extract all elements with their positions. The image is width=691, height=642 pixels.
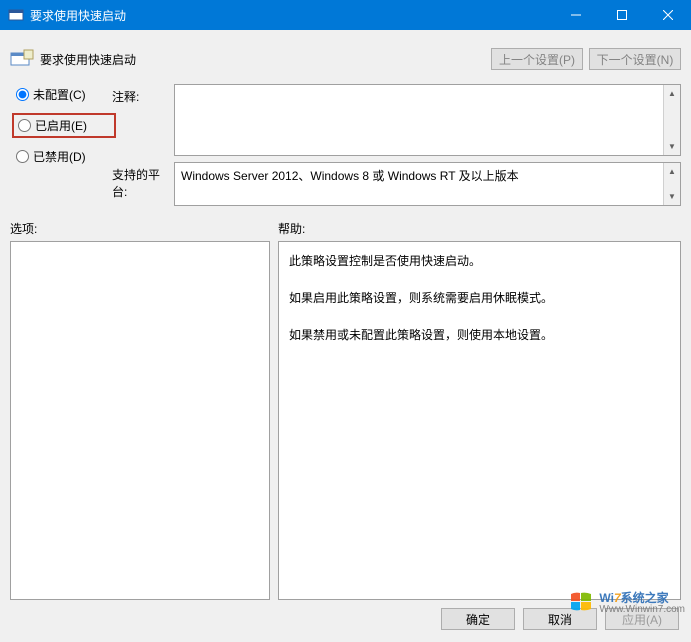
help-paragraph-1: 此策略设置控制是否使用快速启动。 [289,250,670,273]
options-label: 选项: [10,220,278,237]
supported-platform-text: Windows Server 2012、Windows 8 或 Windows … [181,169,519,183]
minimize-button[interactable] [553,0,599,30]
window-title: 要求使用快速启动 [30,7,553,24]
scroll-down-icon: ▼ [664,188,680,205]
policy-icon [10,49,34,69]
state-radio-group: 未配置(C) 已启用(E) 已禁用(D) [16,84,112,206]
comment-scrollbar[interactable]: ▲ ▼ [663,85,680,155]
radio-disabled[interactable]: 已禁用(D) [16,148,112,165]
radio-not-configured[interactable]: 未配置(C) [16,86,112,103]
comment-textarea[interactable]: ▲ ▼ [174,84,681,156]
options-panel [10,241,270,600]
cancel-button[interactable]: 取消 [523,608,597,630]
policy-title: 要求使用快速启动 [40,51,485,68]
platform-label: 支持的平台: [112,162,174,200]
previous-setting-button[interactable]: 上一个设置(P) [491,48,583,70]
dialog-footer: 确定 取消 应用(A) [10,600,681,632]
comment-label: 注释: [112,84,174,105]
lower-section: 此策略设置控制是否使用快速启动。 如果启用此策略设置，则系统需要启用休眠模式。 … [10,241,681,600]
ok-button[interactable]: 确定 [441,608,515,630]
radio-not-configured-label: 未配置(C) [33,86,86,103]
radio-not-configured-input[interactable] [16,88,29,101]
help-panel: 此策略设置控制是否使用快速启动。 如果启用此策略设置，则系统需要启用休眠模式。 … [278,241,681,600]
scroll-up-icon: ▲ [664,163,680,180]
supported-platform-box: Windows Server 2012、Windows 8 或 Windows … [174,162,681,206]
content-area: 要求使用快速启动 上一个设置(P) 下一个设置(N) 未配置(C) 已启用(E)… [0,30,691,642]
close-button[interactable] [645,0,691,30]
radio-disabled-input[interactable] [16,150,29,163]
radio-disabled-label: 已禁用(D) [33,148,86,165]
next-setting-button[interactable]: 下一个设置(N) [589,48,681,70]
help-paragraph-3: 如果禁用或未配置此策略设置，则使用本地设置。 [289,324,670,347]
apply-button[interactable]: 应用(A) [605,608,679,630]
scroll-down-icon: ▼ [664,138,680,155]
app-icon [8,7,24,23]
maximize-button[interactable] [599,0,645,30]
radio-enabled-input[interactable] [18,119,31,132]
radio-enabled-label: 已启用(E) [35,117,87,134]
help-label: 帮助: [278,220,305,237]
platform-scrollbar[interactable]: ▲ ▼ [663,163,680,205]
help-paragraph-2: 如果启用此策略设置，则系统需要启用休眠模式。 [289,287,670,310]
lower-labels: 选项: 帮助: [10,220,681,237]
scroll-up-icon: ▲ [664,85,680,102]
upper-section: 未配置(C) 已启用(E) 已禁用(D) 注释: ▲ ▼ [10,84,681,206]
radio-enabled[interactable]: 已启用(E) [12,113,116,138]
header-row: 要求使用快速启动 上一个设置(P) 下一个设置(N) [10,48,681,70]
title-bar: 要求使用快速启动 [0,0,691,30]
